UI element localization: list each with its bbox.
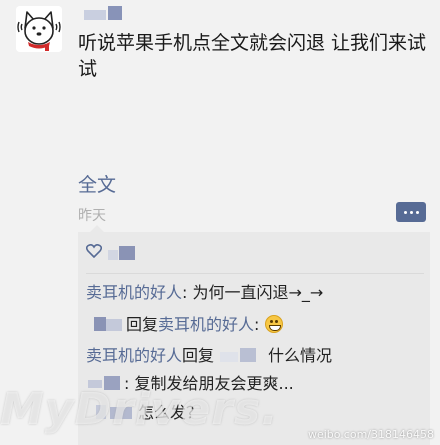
commenter-blurred[interactable] <box>86 315 126 333</box>
comment-reply-target[interactable]: 卖耳机的好人 <box>158 315 254 334</box>
reply-label: 回复 <box>182 346 215 365</box>
username-blurred[interactable] <box>84 4 136 22</box>
reply-target-blurred[interactable] <box>214 346 268 364</box>
comment-menu-button[interactable] <box>396 202 426 222</box>
post-time: 昨天 <box>78 208 106 224</box>
comment-item[interactable]: 卖耳机的好人: 为何一直闪退→_→ <box>86 282 323 304</box>
watermark-weibo: weibo.com/318146458 <box>307 428 434 441</box>
comment-author[interactable]: 卖耳机的好人 <box>86 283 182 302</box>
likes-row <box>86 242 424 274</box>
reply-label: 回复 <box>126 315 159 334</box>
expand-full-text-link[interactable]: 全文 <box>78 170 116 197</box>
watermark-brand: MyDrivers. <box>0 384 279 435</box>
post-text: 听说苹果手机点全文就会闪退 让我们来试试 <box>78 32 427 80</box>
comment-text: 什么情况 <box>268 346 333 365</box>
heart-outline-icon <box>86 244 102 258</box>
comment-text: 为何一直闪退→_→ <box>192 283 324 302</box>
comment-item[interactable]: 回复卖耳机的好人: <box>86 314 283 336</box>
avatar[interactable] <box>16 6 62 52</box>
comment-separator: : <box>182 283 193 302</box>
white-dog-avatar-icon <box>16 6 62 52</box>
liker-name-blurred[interactable] <box>108 246 136 262</box>
comment-author[interactable]: 卖耳机的好人 <box>86 346 182 365</box>
grin-emoji-icon <box>264 315 283 333</box>
comment-separator: : <box>254 315 265 334</box>
comment-item[interactable]: 卖耳机的好人回复 什么情况 <box>86 345 332 367</box>
